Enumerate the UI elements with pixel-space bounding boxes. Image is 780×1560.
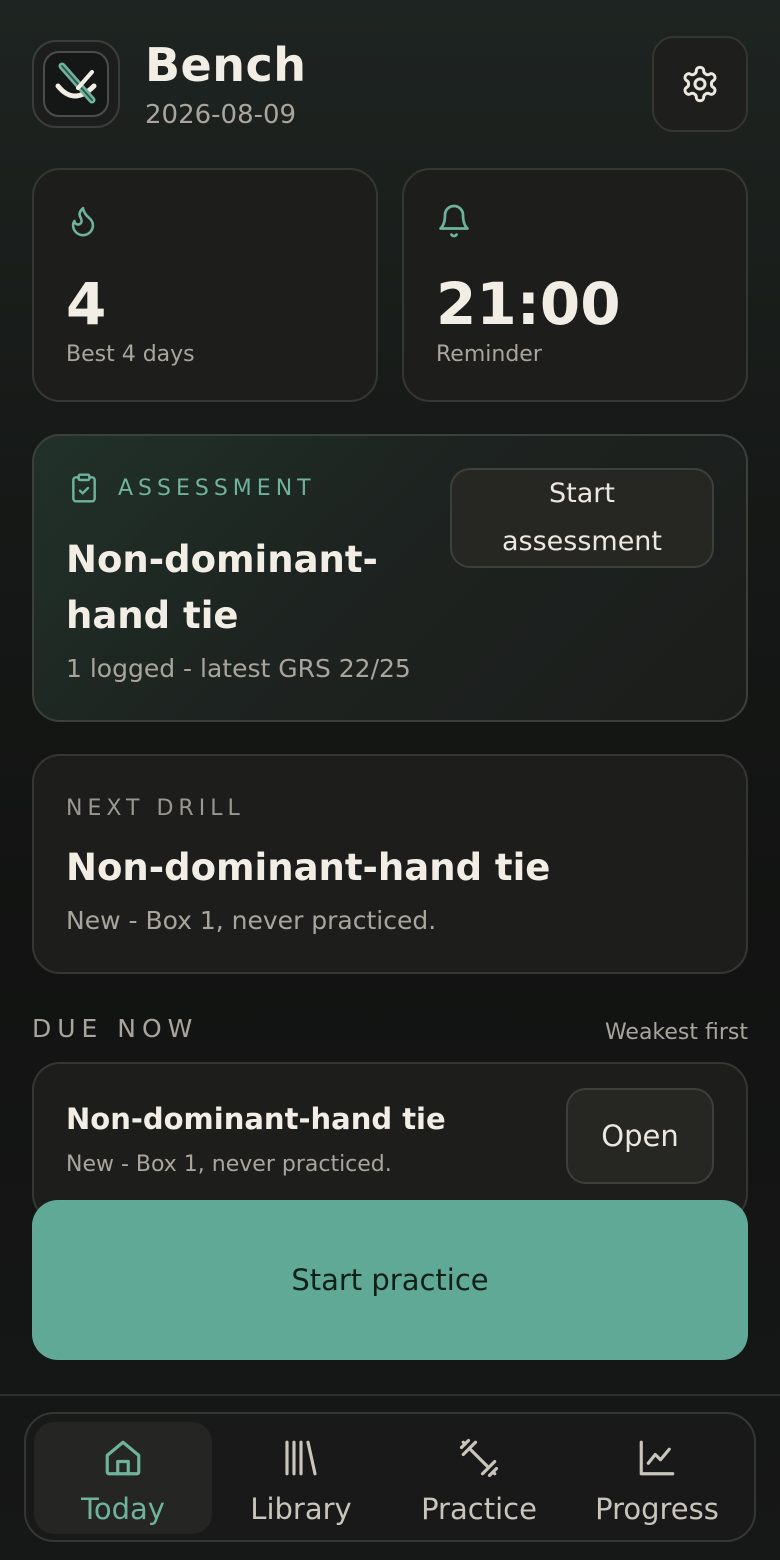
start-assessment-button[interactable]: Start assessment	[450, 468, 714, 568]
assessment-eyebrow: ASSESSMENT	[118, 476, 316, 501]
due-now-heading: DUE NOW	[32, 1014, 199, 1043]
open-button[interactable]: Open	[566, 1088, 714, 1184]
library-icon	[280, 1436, 322, 1480]
settings-button[interactable]	[652, 36, 748, 132]
streak-label: Best 4 days	[66, 342, 195, 367]
start-practice-label: Start practice	[291, 1263, 489, 1297]
dumbbell-icon	[458, 1436, 500, 1480]
start-assessment-label-line1: Start	[549, 478, 615, 509]
nav-item-progress[interactable]: Progress	[568, 1422, 746, 1534]
next-drill-subtitle: New - Box 1, never practiced.	[66, 906, 437, 935]
nav-item-library[interactable]: Library	[212, 1422, 390, 1534]
bell-icon	[436, 202, 472, 244]
due-item-subtitle: New - Box 1, never practiced.	[66, 1152, 392, 1177]
start-assessment-label-line2: assessment	[501, 526, 663, 557]
bottom-nav: Today Library Practice Progress	[24, 1412, 756, 1542]
nav-item-practice[interactable]: Practice	[390, 1422, 568, 1534]
assessment-title-line1: Non-dominant-	[66, 538, 378, 581]
streak-card: 4 Best 4 days	[32, 168, 378, 402]
suture-needle-icon	[55, 62, 97, 104]
app-title: Bench	[145, 38, 307, 92]
home-icon	[102, 1436, 144, 1480]
assessment-card: ASSESSMENT Non-dominant- hand tie 1 logg…	[32, 434, 748, 722]
due-item[interactable]: Non-dominant-hand tie New - Box 1, never…	[32, 1062, 748, 1222]
nav-label-progress: Progress	[595, 1492, 719, 1526]
nav-label-library: Library	[250, 1492, 352, 1526]
reminder-time: 21:00	[436, 270, 621, 338]
clipboard-check-icon	[68, 470, 100, 510]
reminder-label: Reminder	[436, 342, 542, 367]
reminder-card[interactable]: 21:00 Reminder	[402, 168, 748, 402]
sort-label: Weakest first	[604, 1020, 748, 1045]
assessment-subtitle: 1 logged - latest GRS 22/25	[66, 654, 411, 683]
nav-divider	[0, 1394, 780, 1396]
next-drill-title: Non-dominant-hand tie	[66, 846, 551, 889]
nav-label-today: Today	[81, 1492, 165, 1526]
due-item-title: Non-dominant-hand tie	[66, 1102, 446, 1136]
nav-item-today[interactable]: Today	[34, 1422, 212, 1534]
streak-value: 4	[66, 270, 107, 338]
gear-icon	[683, 65, 717, 103]
app-logo	[32, 40, 120, 128]
nav-label-practice: Practice	[421, 1492, 537, 1526]
flame-icon	[66, 202, 100, 244]
current-date: 2026-08-09	[145, 100, 297, 130]
start-practice-button[interactable]: Start practice	[32, 1200, 748, 1360]
chart-line-icon	[636, 1436, 678, 1480]
next-drill-eyebrow: NEXT DRILL	[66, 796, 245, 821]
assessment-title-line2: hand tie	[66, 594, 239, 637]
next-drill-card[interactable]: NEXT DRILL Non-dominant-hand tie New - B…	[32, 754, 748, 974]
